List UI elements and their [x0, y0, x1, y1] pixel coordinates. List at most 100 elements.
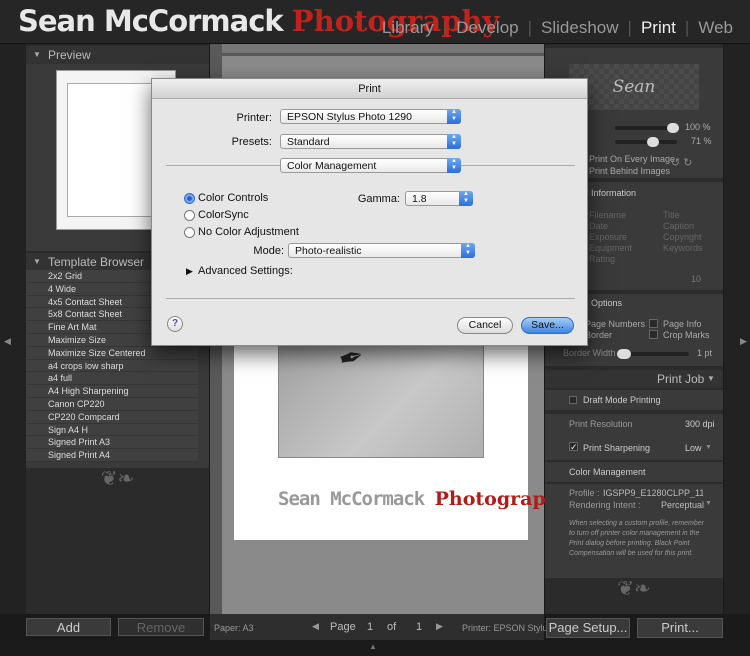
help-button[interactable]: ? [167, 316, 183, 332]
print-behind-images-label[interactable]: Print Behind Images [589, 166, 670, 176]
color-management-header: Color Management [545, 462, 723, 482]
info-option[interactable]: Caption [663, 221, 694, 231]
print-job-header[interactable]: Print Job ▼ [545, 370, 723, 388]
draft-mode-row: Draft Mode Printing [545, 390, 723, 410]
template-item[interactable]: Signed Print A3 [26, 436, 198, 450]
module-web[interactable]: Web [689, 18, 742, 38]
info-option[interactable]: Keywords [663, 243, 703, 253]
template-item[interactable]: a4 crops low sharp [26, 359, 198, 373]
no-color-adjustment-radio[interactable] [184, 227, 195, 238]
info-option[interactable]: Filename [589, 210, 626, 220]
disclosure-triangle-icon[interactable]: ▶ [186, 266, 193, 277]
info-option[interactable]: Rating [589, 254, 615, 264]
module-picker: Library | Develop | Slideshow | Print | Web [373, 18, 742, 38]
next-page-icon[interactable]: ▶ [436, 621, 443, 632]
print-job-title: Print Job [657, 372, 705, 386]
template-item[interactable]: Signed Print A4 [26, 449, 198, 462]
border-width-label: Border Width [563, 348, 616, 358]
presets-select[interactable]: Standard ▲ ▼ [280, 134, 461, 149]
left-panel-toggle[interactable]: ◀ [0, 44, 26, 614]
status-bar: Paper: A3 ◀ Page 1 of 1 ▶ Printer: EPSON… [210, 614, 555, 640]
template-item[interactable]: Maximize Size Centered [26, 346, 198, 360]
remove-template-button[interactable]: Remove [118, 618, 204, 636]
preview-title: Preview [48, 48, 91, 62]
info-option[interactable]: Exposure [589, 232, 627, 242]
module-print[interactable]: Print [632, 18, 685, 38]
gamma-select[interactable]: 1.8 ▲ ▼ [405, 191, 473, 206]
select-stepper-icon: ▲ ▼ [447, 109, 461, 124]
scale-value: 71 % [691, 136, 712, 146]
mode-select[interactable]: Photo-realistic ▲ ▼ [288, 243, 475, 258]
print-on-every-image-label[interactable]: Print On Every Image [589, 154, 675, 164]
right-panel-toggle[interactable]: ▶ [724, 44, 750, 614]
print-sharpening-label: Print Sharpening [583, 443, 651, 453]
slider-thumb[interactable] [647, 137, 659, 147]
border-width-value: 1 pt [697, 348, 713, 358]
color-management-note: When selecting a custom profile, remembe… [569, 520, 704, 557]
collapse-triangle-icon: ▼ [33, 257, 41, 266]
rendering-intent-dropdown[interactable]: Perceptual [661, 500, 704, 510]
print-button[interactable]: Print... [637, 618, 723, 638]
template-item[interactable]: Sign A4 H [26, 423, 198, 437]
page-setup-button[interactable]: Page Setup... [546, 618, 630, 638]
profile-dropdown[interactable]: IGSPP9_E1280CLPP_110... [603, 488, 703, 498]
crop-marks-checkbox[interactable] [649, 330, 658, 339]
opacity-slider[interactable] [615, 123, 679, 133]
presets-label: Presets: [231, 136, 272, 148]
module-develop[interactable]: Develop [447, 18, 527, 38]
save-button[interactable]: Save... [521, 317, 574, 334]
gamma-label: Gamma: [357, 193, 400, 205]
cancel-button[interactable]: Cancel [457, 317, 513, 334]
info-option[interactable]: Title [663, 210, 680, 220]
module-library[interactable]: Library [373, 18, 443, 38]
brand-name: Sean McCormack [18, 4, 284, 38]
advanced-settings-label[interactable]: Advanced Settings: [198, 265, 293, 277]
border-checkbox[interactable]: Border [585, 330, 612, 340]
page-number: 1 [367, 621, 374, 633]
printer-label: Printer: [236, 112, 272, 124]
print-sharpening-value[interactable]: Low [685, 443, 702, 453]
border-width-slider[interactable] [617, 349, 689, 359]
select-stepper-icon: ▲ ▼ [447, 134, 461, 149]
page-logo-name: Sean McCormack [278, 488, 425, 510]
rotate-icon[interactable]: ↺ ↻ [671, 156, 693, 169]
preview-header[interactable]: ▼ Preview [26, 46, 209, 64]
color-controls-radio[interactable] [184, 193, 195, 204]
identity-plate-preview[interactable]: Sean [569, 64, 699, 110]
ruler [222, 44, 544, 54]
panel-select-value: Color Management [287, 160, 377, 172]
page-info-checkbox[interactable] [649, 319, 658, 328]
template-item[interactable]: CP220 Compcard [26, 410, 198, 424]
slider-thumb[interactable] [667, 123, 679, 133]
print-resolution-label: Print Resolution [569, 419, 633, 429]
template-item[interactable]: A4 High Sharpening [26, 385, 198, 398]
select-stepper-icon: ▲ ▼ [459, 191, 473, 206]
scale-slider[interactable] [615, 137, 677, 147]
divider [461, 165, 575, 166]
panel-end-ornament-icon: ❦❧ [617, 578, 651, 600]
printer-select[interactable]: EPSON Stylus Photo 1290 ▲ ▼ [280, 109, 461, 124]
print-resolution-value[interactable]: 300 dpi [685, 419, 715, 429]
template-item[interactable]: a4 full [26, 372, 198, 386]
page-numbers-checkbox[interactable]: Page Numbers [585, 319, 645, 329]
info-option[interactable]: Copyright [663, 232, 702, 242]
print-sharpening-checkbox[interactable]: ✓ [569, 442, 578, 452]
colorsync-radio[interactable] [184, 210, 195, 221]
add-template-button[interactable]: Add [26, 618, 111, 636]
info-option[interactable]: Equipment [589, 243, 632, 253]
color-management-title: Color Management [569, 467, 646, 477]
font-size-value[interactable]: 10 [691, 274, 701, 284]
first-page-icon[interactable]: ◀ [312, 621, 319, 632]
mode-value: Photo-realistic [295, 245, 362, 257]
colorsync-label: ColorSync [198, 209, 249, 221]
panel-select[interactable]: Color Management ▲ ▼ [280, 158, 461, 173]
draft-mode-checkbox[interactable] [569, 396, 577, 404]
filmstrip-toggle[interactable]: ▲ [0, 640, 750, 656]
module-slideshow[interactable]: Slideshow [532, 18, 628, 38]
template-item[interactable]: Canon CP220 [26, 397, 198, 411]
page-identity-plate[interactable]: Sean McCormack Photography [278, 488, 571, 510]
no-color-adjustment-label: No Color Adjustment [198, 226, 299, 238]
slider-thumb[interactable] [617, 349, 631, 359]
info-option[interactable]: Date [589, 221, 608, 231]
top-bar: Sean McCormack Photography Library | Deve… [0, 0, 750, 44]
